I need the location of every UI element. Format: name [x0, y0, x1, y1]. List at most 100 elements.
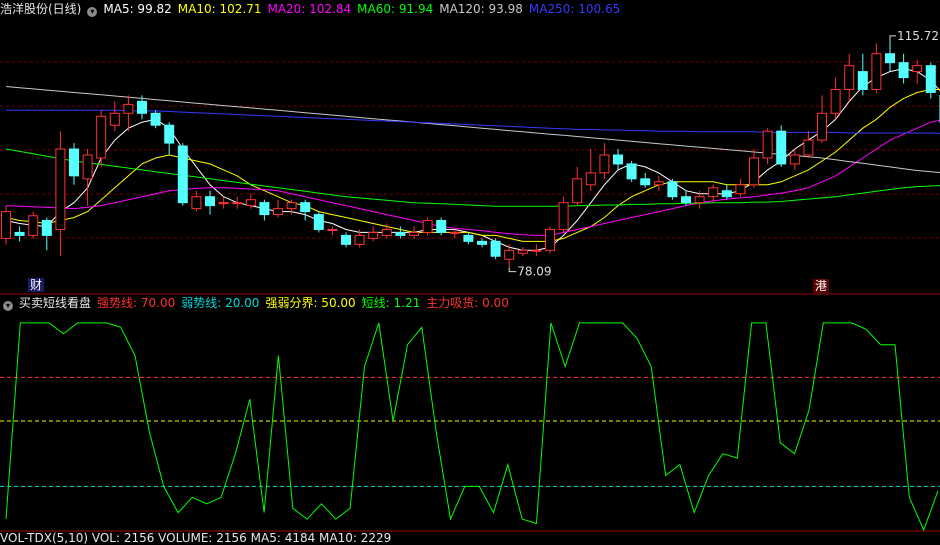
candle-body: [777, 131, 786, 164]
candle-body: [382, 229, 391, 235]
candle-body: [722, 191, 731, 197]
ma-legend-0[interactable]: MA5: 99.82: [103, 2, 171, 16]
candle-body: [804, 140, 813, 155]
ma-line-ma5: [6, 69, 940, 251]
candle-body: [736, 185, 745, 194]
ma-line-ma120: [6, 87, 940, 173]
candle-body: [818, 113, 827, 140]
low-price-label: 78.09: [517, 265, 551, 279]
candle-body: [301, 203, 310, 212]
candle-body: [858, 72, 867, 90]
candle-body: [355, 235, 364, 244]
short-line-series: [6, 323, 938, 530]
ma-legend-3[interactable]: MA60: 91.94: [357, 2, 433, 16]
indicator-header: ▾ 买卖短线看盘强势线: 70.00 弱势线: 20.00 强弱分界: 50.00 短线…: [0, 294, 521, 312]
candle-body: [314, 215, 323, 230]
candle-body: [627, 164, 636, 179]
ma-line-ma20: [6, 119, 940, 235]
candle-body: [410, 232, 419, 235]
candle-body: [206, 197, 215, 206]
candle-body: [464, 235, 473, 241]
candle-body: [586, 173, 595, 185]
candle-body: [287, 203, 296, 209]
candle-body: [396, 232, 405, 235]
ma-legend-5[interactable]: MA250: 100.65: [529, 2, 620, 16]
candle-body: [246, 200, 255, 206]
volume-header: VOL-TDX(5,10) VOL: 2156 VOLUME: 2156 MA5…: [0, 532, 397, 544]
candle-body: [886, 54, 895, 63]
candle-body: [831, 89, 840, 113]
candle-body: [274, 209, 283, 215]
candle-body: [83, 155, 92, 179]
news-tag-left[interactable]: 财: [28, 278, 44, 292]
candle-body: [56, 149, 65, 229]
ma-legend-1[interactable]: MA10: 102.71: [178, 2, 262, 16]
candle-body: [668, 182, 677, 197]
candle-body: [899, 63, 908, 78]
candle-body: [695, 197, 704, 203]
candle-body: [151, 113, 160, 125]
candle-body: [763, 131, 772, 158]
candle-body: [559, 203, 568, 230]
candle-body: [600, 155, 609, 173]
candle-body: [845, 66, 854, 90]
volume-header-text[interactable]: VOL-TDX(5,10) VOL: 2156 VOLUME: 2156 MA5…: [0, 531, 391, 545]
ma-legend-4[interactable]: MA120: 93.98: [439, 2, 523, 16]
candle-body: [682, 197, 691, 203]
candle-body: [532, 250, 541, 251]
indicator-legend-1[interactable]: 弱势线: 20.00: [181, 296, 259, 310]
indicator-legend-4[interactable]: 主力吸货: 0.00: [426, 296, 509, 310]
indicator-legend-3[interactable]: 短线: 1.21: [362, 296, 421, 310]
candle-body: [872, 54, 881, 90]
high-price-pointer: [890, 36, 896, 42]
chevron-down-icon[interactable]: ▾: [87, 7, 97, 17]
candle-body: [110, 113, 119, 125]
candle-body: [913, 66, 922, 72]
high-price-label: 115.72: [897, 29, 939, 43]
main-chart-header: 浩洋股份(日线) ▾ MA5: 99.82 MA10: 102.71 MA20: 102…: [0, 0, 632, 18]
candle-body: [926, 66, 935, 93]
candle-body: [478, 241, 487, 244]
candle-body: [641, 179, 650, 185]
candle-body: [423, 221, 432, 233]
ma-legend-2[interactable]: MA20: 102.84: [267, 2, 351, 16]
candle-body: [42, 221, 51, 236]
chevron-down-icon[interactable]: ▾: [3, 301, 13, 311]
candle-body: [192, 197, 201, 209]
candle-body: [233, 203, 242, 204]
candle-body: [178, 146, 187, 203]
candle-body: [654, 182, 663, 185]
stock-title[interactable]: 浩洋股份(日线): [0, 2, 81, 16]
candle-body: [219, 203, 228, 204]
candle-body: [369, 232, 378, 238]
indicator-legend-0[interactable]: 强势线: 70.00: [97, 296, 175, 310]
candle-body: [328, 229, 337, 230]
candle-body: [437, 221, 446, 233]
candle-body: [518, 250, 527, 253]
candle-body: [138, 101, 147, 113]
ma-line-ma60: [6, 149, 940, 206]
low-price-pointer: [509, 268, 516, 272]
stock-chart-canvas[interactable]: 115.72 78.09: [0, 0, 940, 542]
candle-body: [260, 203, 269, 215]
candle-body: [491, 241, 500, 256]
candle-body: [97, 116, 106, 158]
candle-body: [546, 229, 555, 250]
candle-body: [450, 232, 459, 233]
indicator-legend-2[interactable]: 强弱分界: 50.00: [265, 296, 355, 310]
news-tag-right[interactable]: 港: [813, 279, 829, 293]
candle-body: [124, 104, 133, 113]
candle-body: [165, 125, 174, 143]
candle-body: [15, 232, 24, 235]
candle-body: [70, 149, 79, 176]
candle-body: [29, 216, 38, 236]
indicator-title[interactable]: 买卖短线看盘: [19, 296, 91, 310]
candle-body: [750, 158, 759, 185]
candle-body: [2, 212, 11, 239]
candle-body: [342, 235, 351, 244]
candle-body: [709, 188, 718, 197]
candle-body: [573, 179, 582, 203]
candle-body: [505, 250, 514, 259]
candle-body: [614, 155, 623, 164]
candle-body: [790, 155, 799, 164]
